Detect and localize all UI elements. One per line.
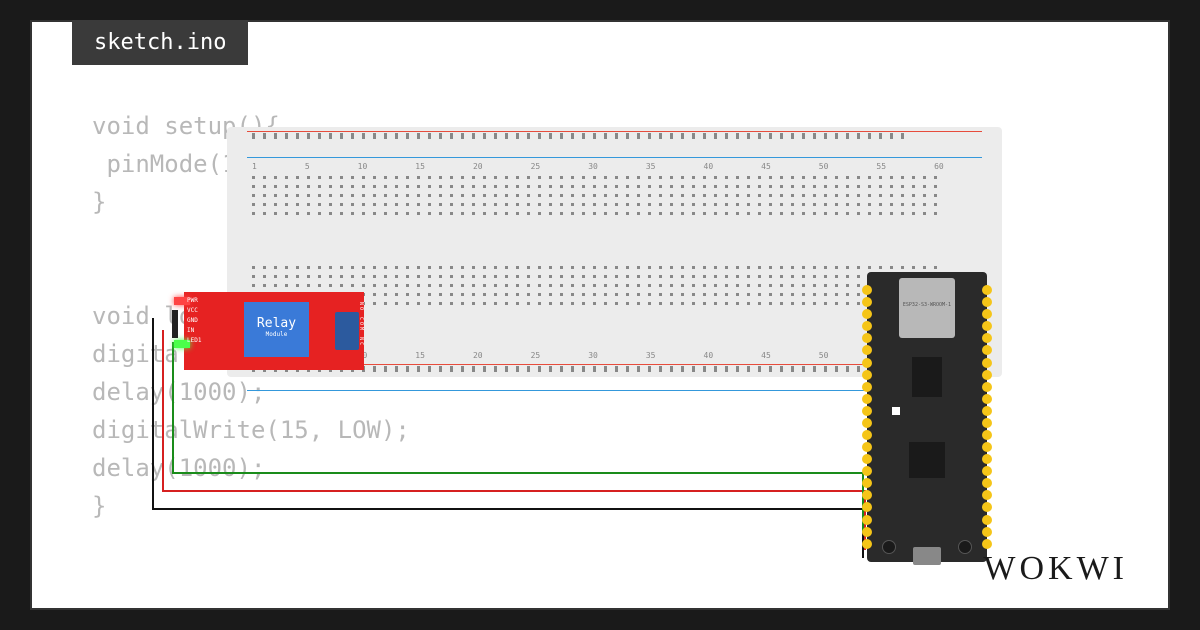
wire-signal[interactable] (172, 342, 174, 472)
circuit-canvas[interactable]: 151015202530354045505560 151015202530354… (32, 22, 1168, 608)
col-numbers-top: 151015202530354045505560 (227, 162, 1002, 171)
esp32-pins-left (862, 284, 872, 550)
esp32-reset-button[interactable] (958, 540, 972, 554)
esp32-pins-right (982, 284, 992, 550)
terminal-strip-top (227, 171, 1002, 261)
esp32-boot-button[interactable] (882, 540, 896, 554)
esp32-chip-icon (909, 442, 945, 478)
esp32-rgb-led-icon (892, 407, 900, 415)
esp32-rf-shield-icon: ESP32-S3-WROOM-1 (899, 278, 955, 338)
wokwi-logo: WOKWI (983, 550, 1128, 588)
wire-vcc[interactable] (162, 490, 864, 492)
wire-signal[interactable] (172, 472, 864, 474)
relay-header-pins-icon (172, 310, 178, 338)
wire-vcc[interactable] (162, 330, 164, 490)
relay-terminal-labels: NO COM NC (358, 302, 364, 347)
esp32-usb-port-icon (913, 547, 941, 565)
esp32-board[interactable]: ESP32-S3-WROOM-1 (867, 272, 987, 562)
esp32-component-icon (912, 357, 942, 397)
relay-coil-icon: Relay Module (244, 302, 309, 357)
power-rails-top (227, 127, 1002, 162)
relay-pin-labels: PWR VCC GND IN LED1 (187, 296, 201, 346)
wire-gnd[interactable] (152, 508, 864, 510)
filename-label: sketch.ino (94, 30, 226, 55)
relay-module[interactable]: PWR VCC GND IN LED1 Relay Module NO COM … (184, 292, 364, 370)
file-tab[interactable]: sketch.ino (72, 20, 248, 65)
wire-gnd[interactable] (152, 318, 154, 508)
relay-screw-terminals-icon (335, 312, 359, 350)
